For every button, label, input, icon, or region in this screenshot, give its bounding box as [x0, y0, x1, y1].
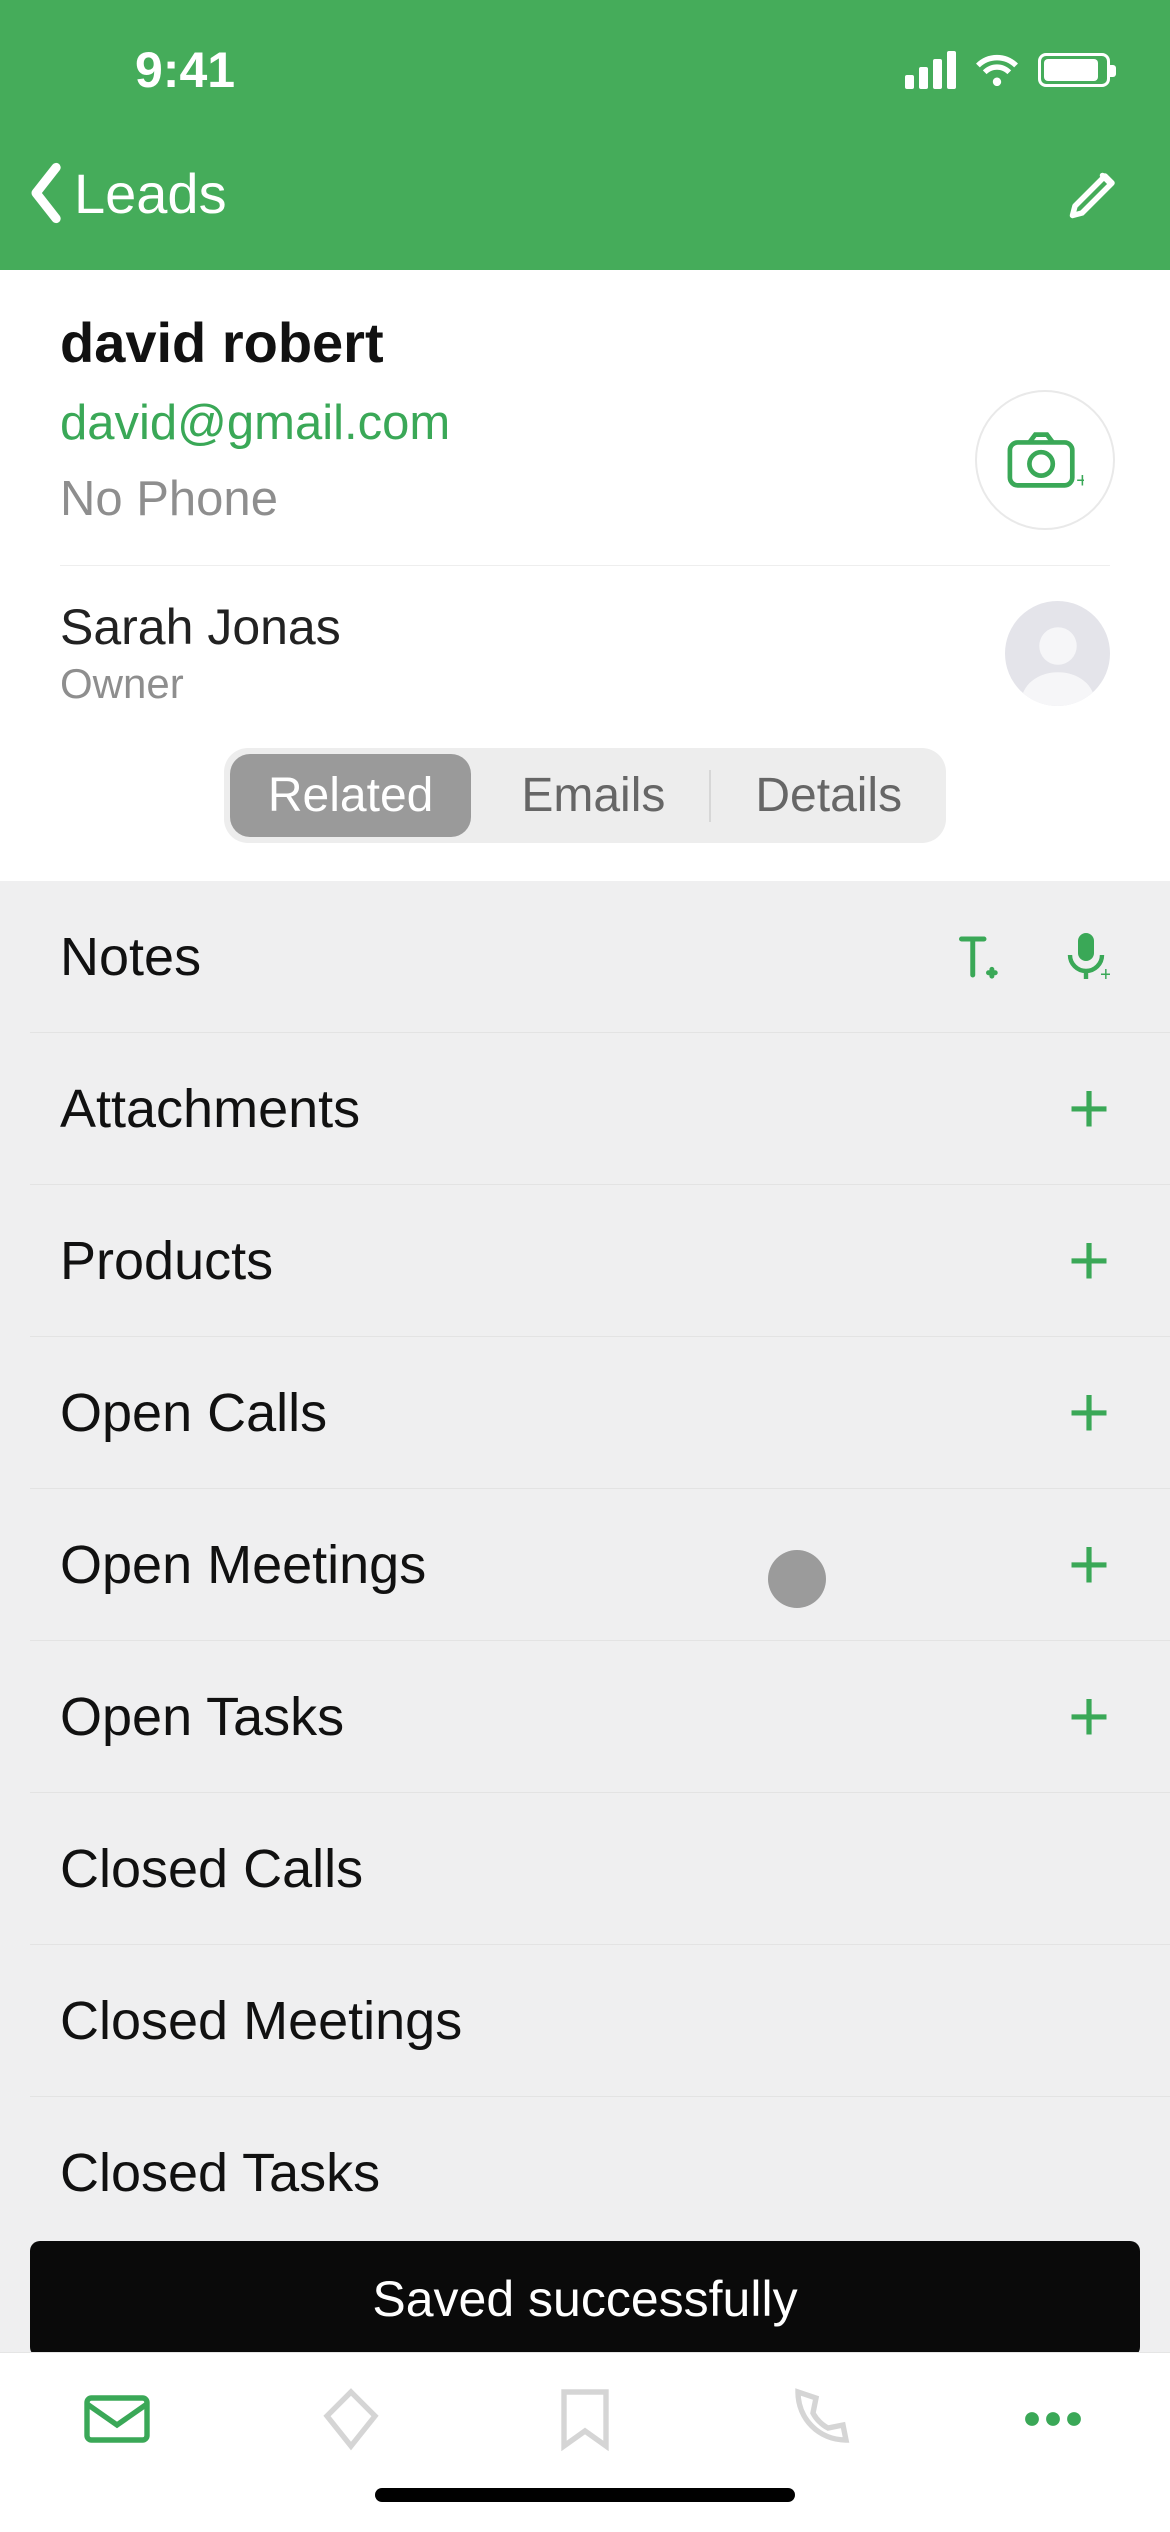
section-attachments[interactable]: Attachments +: [30, 1033, 1170, 1185]
section-closed-meetings[interactable]: Closed Meetings: [30, 1945, 1170, 2097]
lead-email[interactable]: david@gmail.com: [60, 395, 1110, 451]
camera-icon: +: [1006, 430, 1084, 490]
tab-details[interactable]: Details: [711, 748, 946, 843]
section-closed-tasks[interactable]: Closed Tasks: [30, 2097, 1170, 2249]
owner-row[interactable]: Sarah Jonas Owner: [60, 565, 1110, 736]
section-open-tasks[interactable]: Open Tasks +: [30, 1641, 1170, 1793]
status-time: 9:41: [60, 41, 905, 99]
section-label: Open Calls: [60, 1382, 1068, 1444]
app-header: 9:41 Leads: [0, 0, 1170, 270]
section-label: Attachments: [60, 1078, 1068, 1140]
cursor-indicator: [768, 1550, 826, 1608]
more-tab-icon[interactable]: [1017, 2383, 1089, 2455]
chevron-left-icon: [28, 162, 66, 224]
svg-text:+: +: [1100, 964, 1110, 984]
edit-button[interactable]: [1065, 163, 1125, 223]
owner-name: Sarah Jonas: [60, 598, 1005, 656]
add-voice-note-icon[interactable]: +: [1062, 930, 1110, 984]
owner-role: Owner: [60, 660, 1005, 708]
add-product-icon[interactable]: +: [1068, 1225, 1110, 1297]
section-label: Closed Calls: [60, 1838, 1110, 1900]
phone-tab-icon[interactable]: [783, 2383, 855, 2455]
add-meeting-icon[interactable]: +: [1068, 1529, 1110, 1601]
tab-emails[interactable]: Emails: [477, 748, 709, 843]
lead-card: david robert david@gmail.com No Phone + …: [0, 270, 1170, 881]
toast: Saved successfully: [30, 2241, 1140, 2357]
back-button[interactable]: Leads: [28, 161, 227, 226]
section-open-meetings[interactable]: Open Meetings +: [30, 1489, 1170, 1641]
home-indicator: [375, 2488, 795, 2502]
cellular-signal-icon: [905, 51, 956, 89]
section-label: Open Meetings: [60, 1534, 1068, 1596]
battery-icon: [1038, 53, 1110, 87]
section-label: Open Tasks: [60, 1686, 1068, 1748]
section-label: Closed Tasks: [60, 2142, 1110, 2204]
tab-related[interactable]: Related: [230, 754, 471, 837]
section-label: Notes: [60, 926, 948, 988]
mail-tab-icon[interactable]: [81, 2383, 153, 2455]
add-text-note-icon[interactable]: [948, 930, 1002, 984]
svg-text:+: +: [1076, 468, 1084, 490]
bottom-tab-bar: [0, 2352, 1170, 2532]
lead-phone: No Phone: [60, 471, 1110, 527]
section-label: Products: [60, 1230, 1068, 1292]
status-bar: 9:41: [0, 0, 1170, 140]
add-call-icon[interactable]: +: [1068, 1377, 1110, 1449]
owner-avatar: [1005, 601, 1110, 706]
section-notes[interactable]: Notes +: [30, 881, 1170, 1033]
toast-message: Saved successfully: [372, 2270, 797, 2328]
add-photo-button[interactable]: +: [975, 390, 1115, 530]
section-closed-calls[interactable]: Closed Calls: [30, 1793, 1170, 1945]
add-attachment-icon[interactable]: +: [1068, 1073, 1110, 1145]
tabs: Related Emails Details: [60, 736, 1110, 871]
tag-tab-icon[interactable]: [315, 2383, 387, 2455]
back-label: Leads: [74, 161, 227, 226]
section-open-calls[interactable]: Open Calls +: [30, 1337, 1170, 1489]
wifi-icon: [974, 53, 1020, 87]
status-icons: [905, 51, 1110, 89]
section-products[interactable]: Products +: [30, 1185, 1170, 1337]
bookmark-tab-icon[interactable]: [549, 2383, 621, 2455]
lead-name: david robert: [60, 310, 1110, 375]
section-label: Closed Meetings: [60, 1990, 1110, 2052]
add-task-icon[interactable]: +: [1068, 1681, 1110, 1753]
nav-bar: Leads: [0, 140, 1170, 270]
